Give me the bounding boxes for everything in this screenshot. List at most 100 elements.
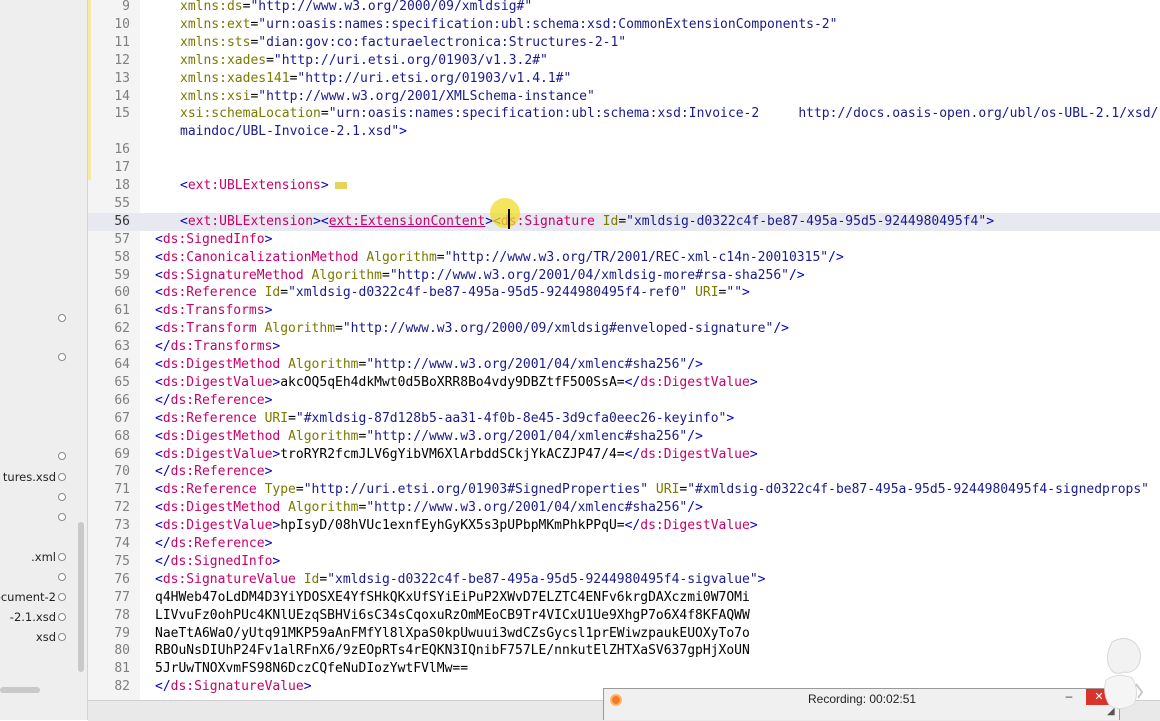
- code-line[interactable]: 74 </ds:Reference>: [88, 535, 1160, 553]
- code-token: "http://www.w3.org/2001/04/xmlenc#sha256…: [366, 500, 688, 516]
- code-token: ds:Reference: [162, 410, 257, 426]
- code-line[interactable]: 12 xmlns:xades="http://uri.etsi.org/01903…: [88, 52, 1160, 70]
- code-token: "urn:oasis:names:specification:ubl:schem…: [258, 16, 838, 32]
- code-line[interactable]: 66 </ds:Reference>: [88, 392, 1160, 410]
- code-token: q4HWeb47oLdDM4D3YiYDOSXE4YfSHkQKxUfSYiEi…: [155, 589, 750, 605]
- line-number: 69: [114, 446, 130, 462]
- code-token: <: [155, 428, 163, 444]
- code-line[interactable]: 69 <ds:DigestValue>troRYR2fcmJLV6gYibVM6X…: [88, 446, 1160, 464]
- code-line[interactable]: 70 </ds:Reference>: [88, 463, 1160, 481]
- code-line[interactable]: 73 <ds:DigestValue>hpIsyD/08hVUc1exnfEyhG…: [88, 517, 1160, 535]
- sidebar-file-item[interactable]: xsd: [0, 630, 72, 646]
- sidebar-file-item[interactable]: [0, 311, 72, 327]
- code-token: <: [155, 374, 163, 390]
- code-token: <: [155, 285, 163, 301]
- code-line[interactable]: 75 </ds:SignedInfo>: [88, 553, 1160, 571]
- line-number: 63: [114, 339, 130, 355]
- code-editor[interactable]: 9 xmlns:ds="http://www.w3.org/2000/09/xml…: [88, 0, 1160, 700]
- code-line[interactable]: 15 xsi:schemaLocation="urn:oasis:names:sp…: [88, 105, 1160, 123]
- code-token: Id: [303, 571, 320, 587]
- sidebar-file-item[interactable]: [0, 449, 72, 465]
- code-token: Id: [264, 285, 281, 301]
- code-line[interactable]: 76 <ds:SignatureValue Id="xmldsig-d0322c4…: [88, 571, 1160, 589]
- code-token: ds:CanonicalizationMethod: [162, 249, 359, 265]
- sidebar-file-item[interactable]: [0, 490, 72, 506]
- code-text: <ds:DigestMethod Algorithm="http://www.w…: [155, 428, 703, 446]
- code-token: xmlns:sts: [180, 34, 251, 50]
- code-line[interactable]: 55: [88, 195, 1160, 213]
- code-line[interactable]: 9 xmlns:ds="http://www.w3.org/2000/09/xml…: [88, 0, 1160, 16]
- code-line[interactable]: 81 5JrUwTNOXvmFS98N6DczCQfeNuDIozYwtFVlMw…: [88, 660, 1160, 678]
- code-line[interactable]: 18 <ext:UBLExtensions>: [88, 177, 1160, 195]
- code-token: >: [320, 178, 329, 193]
- sidebar-file-item[interactable]: ocument-2: [0, 590, 72, 606]
- line-number: 78: [114, 607, 130, 623]
- code-token: URI: [655, 482, 680, 498]
- sidebar-file-item[interactable]: [0, 350, 72, 366]
- code-token: "http://www.w3.org/2001/04/xmlenc#sha256…: [366, 428, 688, 444]
- code-line[interactable]: 61 <ds:Transforms>: [88, 302, 1160, 320]
- code-line[interactable]: 56 <ext:UBLExtension><ext:ExtensionConten…: [88, 212, 1160, 231]
- code-line[interactable]: 72 <ds:DigestMethod Algorithm="http://www…: [88, 499, 1160, 517]
- code-line[interactable]: 10 xmlns:ext="urn:oasis:names:specificati…: [88, 16, 1160, 34]
- sidebar-file-item[interactable]: [0, 570, 72, 586]
- code-line[interactable]: 58 <ds:CanonicalizationMethod Algorithm="…: [88, 249, 1160, 267]
- code-line[interactable]: 67 <ds:Reference URI="#xmldsig-87d128b5-a…: [88, 410, 1160, 428]
- code-line[interactable]: 71 <ds:Reference Type="http://uri.etsi.or…: [88, 481, 1160, 499]
- code-token: >: [264, 464, 273, 480]
- code-token: =: [320, 106, 329, 122]
- code-token: <: [155, 357, 163, 372]
- sidebar-file-item[interactable]: [0, 510, 72, 526]
- line-number: 72: [114, 500, 130, 516]
- code-token: "http://uri.etsi.org/01903/v1.3.2#": [273, 52, 548, 68]
- code-line[interactable]: 79 NaeTtA6WaO/yUtq91MKP59aAnFMfYl8lXpaS0k…: [88, 625, 1160, 643]
- code-line[interactable]: maindoc/UBL-Invoice-2.1.xsd">: [88, 123, 1160, 141]
- code-line[interactable]: 78 LIVvuFz0ohPUc4KNlUEzqSBHVi6sC34sCqoxuR…: [88, 607, 1160, 625]
- code-line[interactable]: 68 <ds:DigestMethod Algorithm="http://www…: [88, 428, 1160, 446]
- code-token: <: [155, 482, 163, 498]
- sidebar-file-item[interactable]: tures.xsd: [0, 470, 72, 486]
- code-line[interactable]: 60 <ds:Reference Id="xmldsig-d0322c4f-be8…: [88, 284, 1160, 302]
- code-token: ds:Reference: [162, 285, 257, 301]
- line-number: 9: [122, 0, 130, 14]
- line-number: 17: [114, 160, 130, 176]
- code-token: >: [749, 446, 758, 462]
- sidebar-file-item[interactable]: .xml: [0, 550, 72, 566]
- code-line[interactable]: 64 <ds:DigestMethod Algorithm="http://www…: [88, 356, 1160, 374]
- code-line[interactable]: 59 <ds:SignatureMethod Algorithm="http://…: [88, 267, 1160, 285]
- code-text: xmlns:xades="http://uri.etsi.org/01903/v…: [180, 52, 548, 70]
- code-token: RBOuNsDIUhP24Fv1alRFnX6/9zEOpRTs4rEQKN3I…: [155, 643, 750, 659]
- code-line[interactable]: 14 xmlns:xsi="http://www.w3.org/2001/XMLS…: [88, 88, 1160, 106]
- code-line[interactable]: 17: [88, 159, 1160, 177]
- file-status-circle-icon: [58, 493, 66, 501]
- sidebar-horizontal-scrollbar[interactable]: [0, 687, 40, 693]
- code-line[interactable]: 80 RBOuNsDIUhP24Fv1alRFnX6/9zEOpRTs4rEQKN…: [88, 642, 1160, 660]
- sidebar-file-item[interactable]: -2.1.xsd: [0, 610, 72, 626]
- sidebar-vertical-scrollbar[interactable]: [78, 522, 84, 672]
- code-line[interactable]: 13 xmlns:xades141="http://uri.etsi.org/01…: [88, 70, 1160, 88]
- code-line[interactable]: 57 <ds:SignedInfo>: [88, 231, 1160, 249]
- file-status-circle-icon: [58, 452, 66, 460]
- code-text: <ds:Reference URI="#xmldsig-87d128b5-aa3…: [155, 410, 734, 428]
- code-line[interactable]: 65 <ds:DigestValue>akcOQ5qEh4dkMwt0d5BoXR…: [88, 374, 1160, 392]
- code-line[interactable]: 11 xmlns:sts="dian:gov:co:facturaelectron…: [88, 34, 1160, 52]
- code-token: </: [624, 518, 641, 534]
- minimize-button[interactable]: –: [1062, 689, 1076, 703]
- sidebar-file-label: xsd: [35, 630, 56, 644]
- line-number: 18: [114, 178, 130, 193]
- code-token: "xmldsig-d0322c4f-be87-495a-95d5-9244980…: [288, 285, 688, 301]
- code-token: <: [180, 178, 188, 193]
- code-token: =: [382, 267, 390, 283]
- line-number: 67: [114, 410, 130, 426]
- line-number: 62: [114, 321, 130, 337]
- folded-region-icon[interactable]: [334, 182, 347, 189]
- code-line[interactable]: 63 </ds:Transforms>: [88, 338, 1160, 356]
- code-line[interactable]: 16: [88, 141, 1160, 159]
- code-text: </ds:Reference>: [155, 392, 272, 410]
- file-status-circle-icon: [58, 513, 66, 521]
- code-line[interactable]: 62 <ds:Transform Algorithm="http://www.w3…: [88, 320, 1160, 338]
- code-line[interactable]: 77 q4HWeb47oLdDM4D3YiYDOSXE4YfSHkQKxUfSYi…: [88, 589, 1160, 607]
